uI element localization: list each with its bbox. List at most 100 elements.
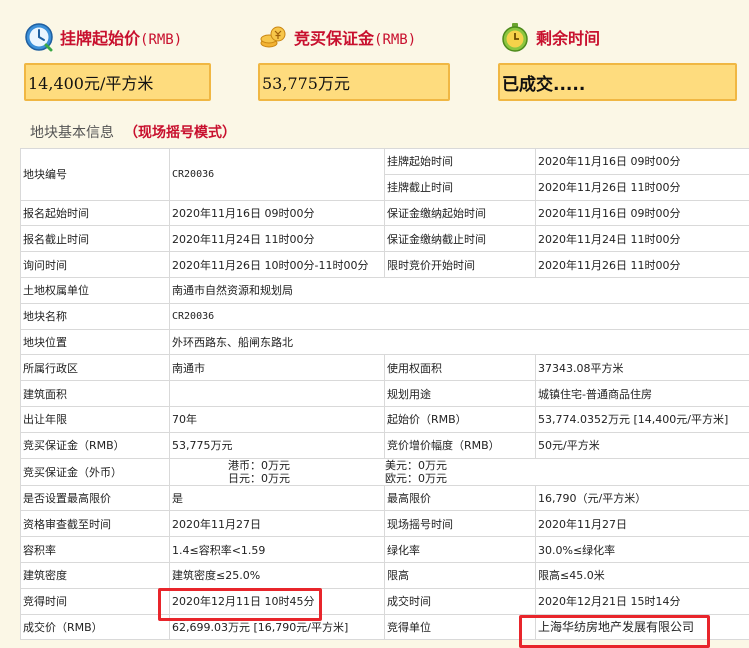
value-listing-start: 2020年11月16日 09时00分 bbox=[535, 148, 749, 175]
label-deal-time: 成交时间 bbox=[384, 587, 536, 615]
label-signup-start: 报名起始时间 bbox=[20, 199, 170, 227]
value-winner: 上海华纺房地产发展有限公司 bbox=[535, 613, 749, 641]
table-row: 建筑面积 规划用途 城镇住宅-普通商品住房 bbox=[20, 380, 749, 407]
value-signup-start: 2020年11月16日 09时00分 bbox=[169, 199, 385, 227]
value-parcel-name: CR20036 bbox=[169, 302, 749, 330]
value-max-price: 16,790（元/平方米） bbox=[535, 484, 749, 512]
label-qualification-deadline: 资格审查截至时间 bbox=[20, 510, 170, 538]
value-green-ratio: 30.0%≤绿化率 bbox=[535, 536, 749, 563]
table-row: 容积率 1.4≤容积率<1.59 绿化率 30.0%≤绿化率 bbox=[20, 536, 749, 563]
value-bidding-start: 2020年11月26日 11时00分 bbox=[535, 251, 749, 278]
table-row: 所属行政区 南通市 使用权面积 37343.08平方米 bbox=[20, 354, 749, 382]
value-start-price: 53,774.0352万元 [14,400元/平方米] bbox=[535, 405, 749, 433]
table-row: 资格审查截至时间 2020年11月27日 现场摇号时间 2020年11月27日 bbox=[20, 510, 749, 538]
value-building-area bbox=[169, 380, 385, 407]
remaining-time-title: 剩余时间 bbox=[536, 29, 601, 48]
table-row: 成交价（RMB） 62,699.03万元 [16,790元/平方米] 竞得单位 … bbox=[20, 613, 749, 641]
value-plot-ratio: 1.4≤容积率<1.59 bbox=[169, 536, 385, 563]
value-land-owner: 南通市自然资源和规划局 bbox=[169, 276, 749, 304]
label-win-time: 竞得时间 bbox=[20, 587, 170, 615]
label-bid-increment: 竞价增价幅度（RMB） bbox=[384, 431, 536, 459]
table-row: 地块名称 CR20036 bbox=[20, 302, 749, 330]
deposit-title: 竞买保证金(RMB) bbox=[294, 29, 417, 48]
table-row: 建筑密度 建筑密度≤25.0% 限高 限高≤45.0米 bbox=[20, 561, 749, 589]
label-bidding-start: 限时竞价开始时间 bbox=[384, 251, 536, 278]
label-green-ratio: 绿化率 bbox=[384, 536, 536, 563]
label-max-price: 最高限价 bbox=[384, 484, 536, 512]
value-inquiry-time: 2020年11月26日 10时00分-11时00分 bbox=[169, 251, 385, 278]
label-deposit-foreign: 竞买保证金（外币） bbox=[20, 457, 170, 486]
table-row: 地块编号 CR20036 挂牌起始时间 2020年11月16日 09时00分 bbox=[20, 148, 749, 201]
deposit-eur: 欧元：0万元 bbox=[385, 471, 447, 485]
deposit-header: 竞买保证金(RMB) bbox=[258, 20, 416, 54]
label-land-owner: 土地权属单位 bbox=[20, 276, 170, 304]
label-start-price: 起始价（RMB） bbox=[384, 405, 536, 433]
table-row: 竞买保证金（外币） 港币：0万元 日元：0万元 美元：0万元 欧元：0万元 bbox=[20, 457, 749, 486]
label-term: 出让年限 bbox=[20, 405, 170, 433]
table-row: 竞买保证金（RMB） 53,775万元 竞价增价幅度（RMB） 50元/平方米 bbox=[20, 431, 749, 459]
label-parcel-no: 地块编号 bbox=[20, 148, 170, 201]
label-plot-ratio: 容积率 bbox=[20, 536, 170, 563]
label-parcel-name: 地块名称 bbox=[20, 302, 170, 330]
label-deposit-rmb: 竞买保证金（RMB） bbox=[20, 431, 170, 459]
timer-icon bbox=[502, 23, 528, 52]
value-planned-use: 城镇住宅-普通商品住房 bbox=[535, 380, 749, 407]
label-lottery-time: 现场摇号时间 bbox=[384, 510, 536, 538]
value-parcel-no: CR20036 bbox=[169, 148, 385, 201]
value-deposit-foreign: 港币：0万元 日元：0万元 美元：0万元 欧元：0万元 bbox=[169, 457, 749, 486]
value-signup-end: 2020年11月24日 11时00分 bbox=[169, 225, 385, 253]
value-use-area: 37343.08平方米 bbox=[535, 354, 749, 382]
table-row: 是否设置最高限价 是 最高限价 16,790（元/平方米） bbox=[20, 484, 749, 512]
coins-icon bbox=[260, 26, 286, 48]
value-qualification-deadline: 2020年11月27日 bbox=[169, 510, 385, 538]
label-height-limit: 限高 bbox=[384, 561, 536, 589]
value-lottery-time: 2020年11月27日 bbox=[535, 510, 749, 538]
value-term: 70年 bbox=[169, 405, 385, 433]
deposit-usd: 美元：0万元 bbox=[385, 458, 447, 472]
label-use-area: 使用权面积 bbox=[384, 354, 536, 382]
table-row: 报名起始时间 2020年11月16日 09时00分 保证金缴纳起始时间 2020… bbox=[20, 199, 749, 227]
summary-panel: 挂牌起始价(RMB) 14,400元/平方米 竞买保证金(RMB) 53,775… bbox=[0, 0, 749, 112]
value-height-limit: 限高≤45.0米 bbox=[535, 561, 749, 589]
section-title: 地块基本信息 （现场摇号模式） bbox=[30, 122, 236, 142]
remaining-time-header: 剩余时间 bbox=[500, 20, 600, 54]
table-row: 地块位置 外环西路东、船闸东路北 bbox=[20, 328, 749, 356]
deposit-hkd: 港币：0万元 bbox=[228, 458, 290, 472]
remaining-time-value: 已成交..... bbox=[498, 63, 737, 101]
label-listing-start: 挂牌起始时间 bbox=[384, 148, 536, 175]
label-inquiry-time: 询问时间 bbox=[20, 251, 170, 278]
auction-mode: （现场摇号模式） bbox=[124, 125, 236, 141]
value-location: 外环西路东、船闸东路北 bbox=[169, 328, 749, 356]
value-deal-price: 62,699.03万元 [16,790元/平方米] bbox=[169, 613, 385, 641]
start-price-header: 挂牌起始价(RMB) bbox=[24, 20, 182, 54]
clock-icon bbox=[25, 23, 53, 52]
label-location: 地块位置 bbox=[20, 328, 170, 356]
value-deposit-start: 2020年11月16日 09时00分 bbox=[535, 199, 749, 227]
value-district: 南通市 bbox=[169, 354, 385, 382]
deposit-jpy: 日元：0万元 bbox=[228, 471, 290, 485]
table-row: 竞得时间 2020年12月11日 10时45分 成交时间 2020年12月21日… bbox=[20, 587, 749, 615]
label-listing-end: 挂牌截止时间 bbox=[384, 173, 536, 201]
label-planned-use: 规划用途 bbox=[384, 380, 536, 407]
table-row: 出让年限 70年 起始价（RMB） 53,774.0352万元 [14,400元… bbox=[20, 405, 749, 433]
label-signup-end: 报名截止时间 bbox=[20, 225, 170, 253]
start-price-title: 挂牌起始价(RMB) bbox=[60, 29, 183, 48]
value-max-price-set: 是 bbox=[169, 484, 385, 512]
label-building-area: 建筑面积 bbox=[20, 380, 170, 407]
parcel-info-table: 地块编号 CR20036 挂牌起始时间 2020年11月16日 09时00分 挂… bbox=[20, 148, 749, 641]
table-row: 报名截止时间 2020年11月24日 11时00分 保证金缴纳截止时间 2020… bbox=[20, 225, 749, 253]
value-deposit-rmb: 53,775万元 bbox=[169, 431, 385, 459]
table-row: 询问时间 2020年11月26日 10时00分-11时00分 限时竞价开始时间 … bbox=[20, 251, 749, 278]
label-deposit-start: 保证金缴纳起始时间 bbox=[384, 199, 536, 227]
start-price-value: 14,400元/平方米 bbox=[24, 63, 211, 101]
label-max-price-set: 是否设置最高限价 bbox=[20, 484, 170, 512]
section-title-text: 地块基本信息 bbox=[30, 125, 114, 141]
label-winner: 竞得单位 bbox=[384, 613, 536, 641]
label-building-density: 建筑密度 bbox=[20, 561, 170, 589]
value-listing-end: 2020年11月26日 11时00分 bbox=[535, 173, 749, 201]
label-deposit-end: 保证金缴纳截止时间 bbox=[384, 225, 536, 253]
table-row: 土地权属单位 南通市自然资源和规划局 bbox=[20, 276, 749, 304]
label-district: 所属行政区 bbox=[20, 354, 170, 382]
deposit-value: 53,775万元 bbox=[258, 63, 450, 101]
value-deal-time: 2020年12月21日 15时14分 bbox=[535, 587, 749, 615]
